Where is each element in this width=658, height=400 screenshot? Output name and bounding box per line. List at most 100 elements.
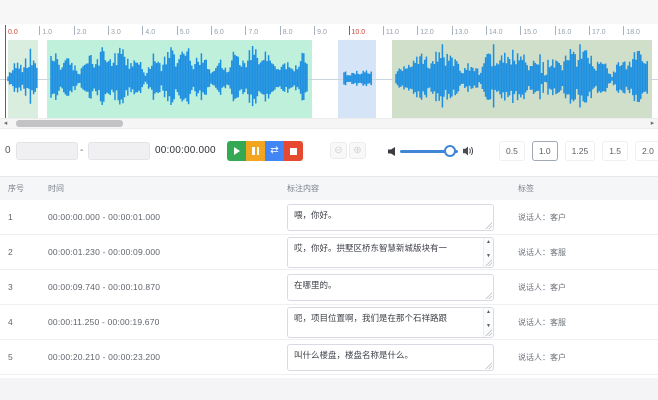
waveform-scrollbar[interactable]: ◂ ▸	[0, 118, 658, 129]
waveform-svg	[0, 40, 658, 118]
volume-control	[388, 143, 474, 159]
ruler-tick-label: 16.0	[558, 29, 572, 36]
speed-option-1.25[interactable]: 1.25	[565, 141, 596, 161]
speed-option-0.5[interactable]: 0.5	[499, 141, 525, 161]
loop-icon: ⇄	[270, 146, 278, 156]
top-toolbar	[0, 0, 658, 24]
ruler-tick	[39, 26, 40, 35]
annotation-textarea[interactable]: 在哪里的。	[287, 274, 494, 301]
ruler-tick-label: 2.0	[77, 29, 87, 36]
table-row: 4 00:00:11.250 - 00:00:19.670 呃，项目位置啊，我们…	[0, 305, 658, 340]
scrollbar-right-icon[interactable]: ▸	[647, 119, 658, 128]
ruler-tick	[623, 26, 624, 35]
stop-button[interactable]	[284, 141, 303, 161]
annotation-textarea[interactable]: 叫什么楼盘，楼盘名称是什么。	[287, 344, 494, 371]
ruler-tick-label: 7.0	[248, 29, 258, 36]
ruler-tick	[555, 26, 556, 35]
ruler-tick	[108, 26, 109, 35]
ruler-tick	[177, 26, 178, 35]
ruler-tick	[74, 26, 75, 35]
ruler-tick-label: 4.0	[145, 29, 155, 36]
ruler-tick-label: 9.0	[317, 29, 327, 36]
header-content: 标注内容	[287, 177, 319, 201]
ruler-tick	[142, 26, 143, 35]
speaker-label: 说话人：客服	[518, 235, 566, 270]
start-time-input[interactable]	[16, 142, 78, 160]
scrollbar-left-icon[interactable]: ◂	[0, 119, 11, 128]
ruler-tick	[452, 26, 453, 35]
row-index: 1	[8, 200, 13, 235]
zoom-out-button[interactable]: ⊖	[330, 142, 347, 159]
ruler-tick	[211, 26, 212, 35]
zoom-in-button[interactable]: ⊕	[349, 142, 366, 159]
waveform	[8, 44, 647, 107]
table-row: 1 00:00:00.000 - 00:00:01.000 喂，你好。 ▲▼ 说…	[0, 200, 658, 235]
resize-grip-icon[interactable]	[485, 329, 492, 336]
ruler-tick	[520, 26, 521, 35]
annotation-field: 叫什么楼盘，楼盘名称是什么。 ▲▼	[287, 344, 494, 371]
range-separator: -	[80, 145, 83, 156]
ruler-tick	[383, 26, 384, 35]
ruler-tick-label: 8.0	[283, 29, 293, 36]
ruler-tick-label: 17.0	[592, 29, 606, 36]
resize-grip-icon[interactable]	[485, 259, 492, 266]
resize-grip-icon[interactable]	[485, 362, 492, 369]
volume-up-icon	[463, 146, 474, 156]
speaker-label: 说话人：客户	[518, 270, 566, 305]
ruler-tick	[417, 26, 418, 35]
ruler-tick	[349, 26, 350, 35]
pause-icon	[252, 147, 259, 155]
ruler-tick-label: 11.0	[386, 29, 399, 36]
timeline-ruler: 0.01.02.03.04.05.06.07.08.09.010.011.012…	[0, 24, 658, 40]
current-time-display: 00:00:00.000	[155, 145, 216, 156]
annotation-field: 呃，项目位置啊，我们是在那个石祥路跟 ▲▼	[287, 307, 494, 338]
ruler-tick	[245, 26, 246, 35]
annotation-textarea[interactable]: 呃，项目位置啊，我们是在那个石祥路跟	[287, 307, 494, 338]
speed-option-2.0[interactable]: 2.0	[635, 141, 658, 161]
scroll-up-icon[interactable]: ▲	[484, 239, 493, 245]
speaker-label: 说话人：客户	[518, 200, 566, 235]
ruler-tick-label: 5.0	[180, 29, 190, 36]
resize-grip-icon[interactable]	[485, 222, 492, 229]
header-index: 序号	[8, 177, 24, 201]
volume-slider[interactable]	[400, 144, 458, 159]
row-time: 00:00:01.230 - 00:00:09.000	[48, 235, 160, 270]
resize-grip-icon[interactable]	[485, 292, 492, 299]
ruler-tick-label: 1.0	[42, 29, 52, 36]
speed-option-1.0[interactable]: 1.0	[532, 141, 558, 161]
ruler-tick	[486, 26, 487, 35]
row-time: 00:00:20.210 - 00:00:23.200	[48, 340, 160, 375]
ruler-tick-label: 13.0	[455, 29, 469, 36]
annotation-field: 哎，你好。拱墅区桥东智慧新城版块有一 ▲▼	[287, 237, 494, 268]
header-label: 标签	[518, 177, 534, 201]
table-row: 5 00:00:20.210 - 00:00:23.200 叫什么楼盘，楼盘名称…	[0, 340, 658, 375]
ruler-tick-label: 12.0	[420, 29, 434, 36]
footer-bar	[0, 378, 658, 400]
annotation-textarea[interactable]: 喂，你好。	[287, 204, 494, 231]
scrollbar-thumb[interactable]	[16, 120, 123, 127]
table-row: 3 00:00:09.740 - 00:00:10.870 在哪里的。 ▲▼ 说…	[0, 270, 658, 305]
scroll-up-icon[interactable]: ▲	[484, 309, 493, 315]
speaker-label: 说话人：客服	[518, 305, 566, 340]
end-time-input[interactable]	[88, 142, 150, 160]
ruler-tick	[314, 26, 315, 35]
waveform-panel[interactable]	[0, 40, 658, 118]
annotation-textarea[interactable]: 哎，你好。拱墅区桥东智慧新城版块有一	[287, 237, 494, 268]
ruler-tick-label: 15.0	[523, 29, 537, 36]
pause-button[interactable]	[246, 141, 265, 161]
annotation-field: 喂，你好。 ▲▼	[287, 204, 494, 231]
row-time: 00:00:09.740 - 00:00:10.870	[48, 270, 160, 305]
speed-option-1.5[interactable]: 1.5	[602, 141, 628, 161]
ruler-tick	[280, 26, 281, 35]
play-button[interactable]	[227, 141, 246, 161]
annotation-field: 在哪里的。 ▲▼	[287, 274, 494, 301]
ruler-tick-label: 10.0	[352, 29, 366, 36]
volume-slider-handle[interactable]	[444, 145, 456, 157]
loop-button[interactable]: ⇄	[265, 141, 284, 161]
playback-button-group: ⇄	[227, 141, 303, 161]
ruler-tick	[589, 26, 590, 35]
row-index: 5	[8, 340, 13, 375]
volume-down-icon	[388, 147, 395, 156]
speaker-label: 说话人：客户	[518, 340, 566, 375]
playhead-cursor[interactable]	[5, 25, 6, 118]
